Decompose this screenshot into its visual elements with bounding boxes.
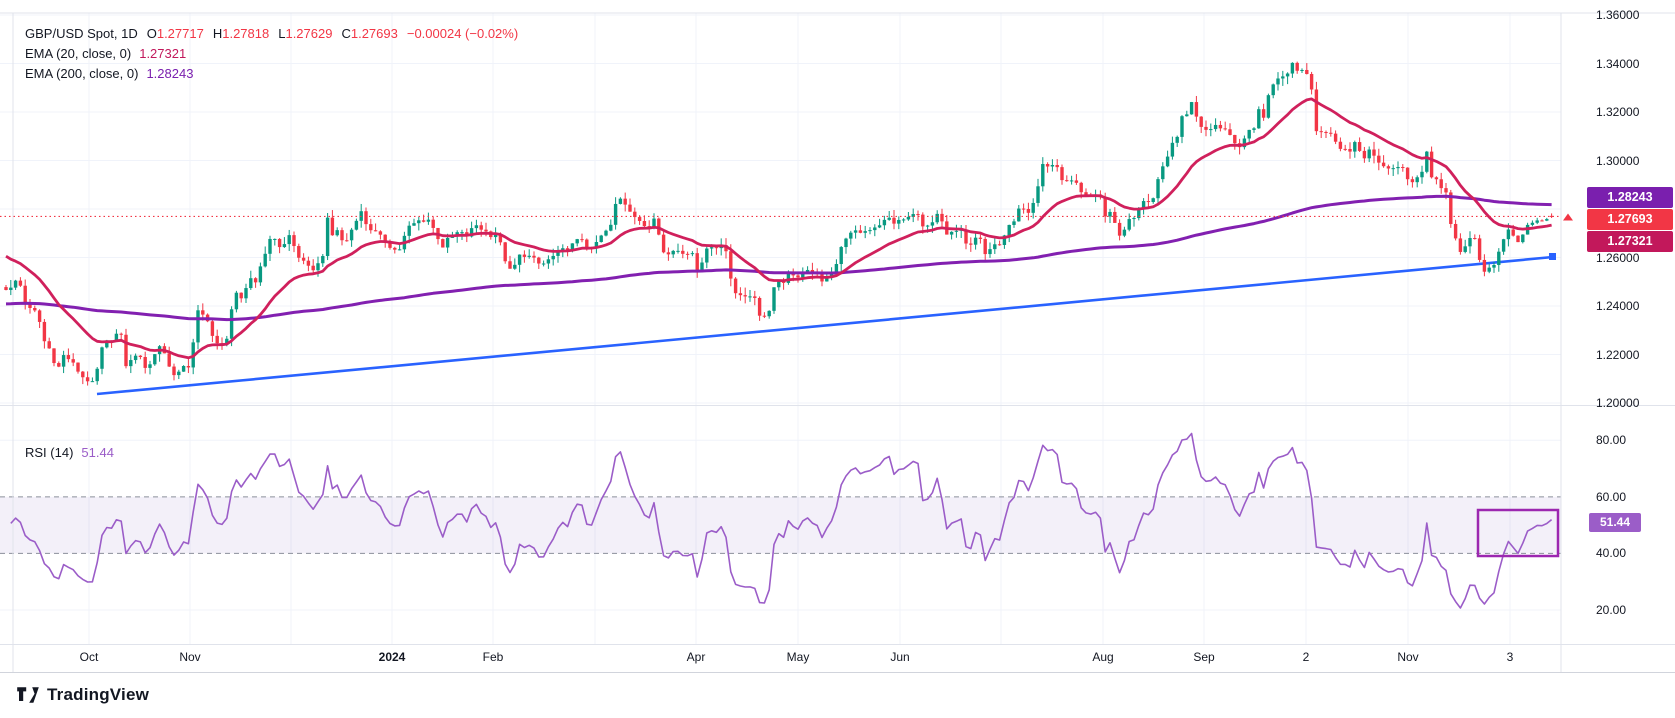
ohlc-pair: L1.27629 bbox=[278, 26, 333, 41]
brand-footer[interactable]: TradingView bbox=[16, 681, 149, 709]
ema20-label: EMA (20, close, 0) bbox=[25, 46, 132, 61]
rsi-tick-label: 40.00 bbox=[1596, 546, 1627, 560]
price-tick-label: 1.30000 bbox=[1596, 154, 1640, 168]
ohlc-values: O1.27717 H1.27818 L1.27629 C1.27693 bbox=[138, 26, 398, 41]
time-tick-label: May bbox=[786, 650, 810, 664]
time-tick-label: Aug bbox=[1092, 650, 1114, 664]
legend-ema20-row[interactable]: EMA (20, close, 0) 1.27321 bbox=[25, 44, 518, 64]
ema200-label: EMA (200, close, 0) bbox=[25, 66, 139, 81]
rsi-label: RSI (14) bbox=[25, 445, 74, 460]
price-tick-label: 1.26000 bbox=[1596, 251, 1640, 265]
ohlc-pair: H1.27818 bbox=[212, 26, 270, 41]
time-tick-label: Jun bbox=[890, 650, 910, 664]
price-badge: 1.28243 bbox=[1587, 187, 1673, 208]
price-badge: 1.27321 bbox=[1587, 231, 1673, 252]
time-tick-label: 3 bbox=[1506, 650, 1514, 664]
indicator-legend: GBP/USD Spot, 1D O1.27717 H1.27818 L1.27629… bbox=[25, 24, 518, 84]
ema20-value: 1.27321 bbox=[139, 46, 187, 61]
legend-symbol-row[interactable]: GBP/USD Spot, 1D O1.27717 H1.27818 L1.27629… bbox=[25, 24, 518, 44]
price-tick-label: 1.24000 bbox=[1596, 299, 1640, 313]
rsi-badge: 51.44 bbox=[1589, 513, 1641, 532]
time-tick-label: 2024 bbox=[378, 650, 406, 664]
rsi-tick-label: 60.00 bbox=[1596, 490, 1627, 504]
price-tick-label: 1.22000 bbox=[1596, 348, 1640, 362]
price-tick-label: 1.36000 bbox=[1596, 8, 1640, 22]
price-tick-label: 1.20000 bbox=[1596, 396, 1640, 410]
tradingview-logo-icon bbox=[17, 687, 39, 703]
legend-rsi-row[interactable]: RSI (14) 51.44 bbox=[25, 444, 114, 461]
time-tick-label: Oct bbox=[79, 650, 99, 664]
trendline-handle[interactable] bbox=[1549, 253, 1556, 260]
legend-ema200-row[interactable]: EMA (200, close, 0) 1.28243 bbox=[25, 64, 518, 84]
time-tick-label: Sep bbox=[1193, 650, 1215, 664]
ohlc-pair: C1.27693 bbox=[341, 26, 398, 41]
brand-wordmark: TradingView bbox=[47, 685, 150, 704]
symbol-title: GBP/USD Spot, 1D bbox=[25, 26, 138, 41]
price-change: −0.00024 (−0.02%) bbox=[406, 26, 519, 41]
ema200-value: 1.28243 bbox=[146, 66, 194, 81]
rsi-tick-label: 20.00 bbox=[1596, 603, 1627, 617]
rsi-value: 51.44 bbox=[81, 445, 114, 460]
price-tick-label: 1.34000 bbox=[1596, 57, 1640, 71]
chart-canvas[interactable] bbox=[0, 0, 1675, 718]
time-tick-label: 2 bbox=[1302, 650, 1310, 664]
price-tick-label: 1.32000 bbox=[1596, 105, 1640, 119]
chart-window: GBP/USD Spot, 1D O1.27717 H1.27818 L1.27629… bbox=[0, 0, 1675, 718]
price-badge: 1.27693 bbox=[1587, 209, 1673, 230]
time-tick-label: Apr bbox=[686, 650, 706, 664]
time-tick-label: Feb bbox=[482, 650, 504, 664]
time-tick-label: Nov bbox=[179, 650, 201, 664]
rsi-tick-label: 80.00 bbox=[1596, 433, 1627, 447]
time-tick-label: Nov bbox=[1397, 650, 1419, 664]
ohlc-pair: O1.27717 bbox=[146, 26, 204, 41]
